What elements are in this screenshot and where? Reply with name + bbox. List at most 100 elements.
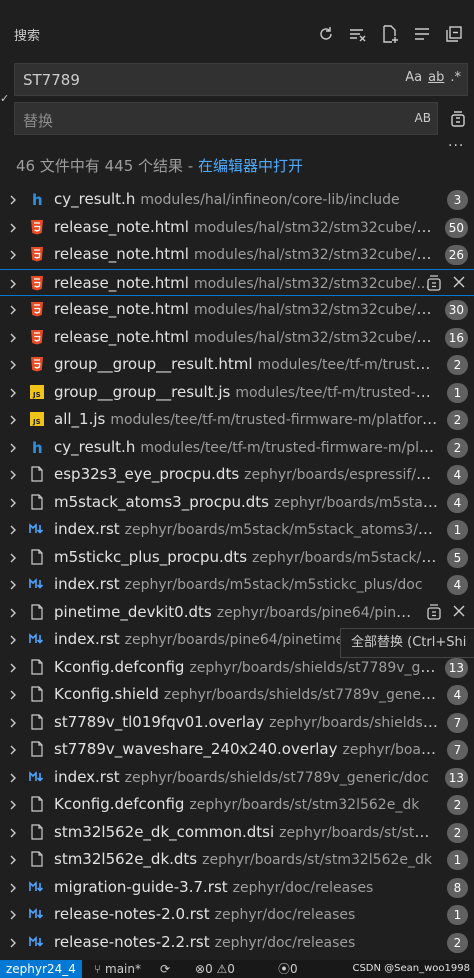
chevron-right-icon[interactable] xyxy=(7,577,19,591)
file-name: migration-guide-3.7.rst xyxy=(54,877,228,896)
chevron-right-icon[interactable] xyxy=(7,412,19,426)
chevron-right-icon[interactable] xyxy=(7,880,19,894)
file-name: cy_result.h xyxy=(54,437,136,456)
dismiss-icon[interactable] xyxy=(452,603,466,625)
javascript-file-icon: JS xyxy=(29,411,45,427)
chevron-right-icon[interactable] xyxy=(7,605,19,619)
dismiss-icon[interactable] xyxy=(452,274,466,296)
chevron-right-icon[interactable] xyxy=(7,495,19,509)
branch-status[interactable]: ⑂ main* xyxy=(94,960,141,978)
result-file-row[interactable]: release_note.html modules/hal/stm32/stm32… xyxy=(0,296,474,324)
file-name: stm32l562e_dk_common.dtsi xyxy=(54,822,275,841)
preserve-case-icon[interactable]: AB xyxy=(415,111,431,125)
chevron-right-icon[interactable] xyxy=(7,357,19,371)
collapse-all-icon[interactable] xyxy=(442,22,466,46)
chevron-right-icon[interactable] xyxy=(7,220,19,234)
file-name: esp32s3_eye_procpu.dts xyxy=(54,465,240,483)
chevron-right-icon[interactable] xyxy=(7,632,19,646)
remote-indicator[interactable]: zephyr24_4 xyxy=(0,960,82,978)
more-options-icon[interactable]: ··· xyxy=(448,138,464,154)
result-file-row[interactable]: release_note.html modules/hal/stm32/stm32… xyxy=(0,241,474,269)
search-input[interactable]: ST7789 Aa ab .* xyxy=(14,63,468,96)
chevron-right-icon[interactable] xyxy=(7,770,19,784)
whole-word-icon[interactable]: ab xyxy=(428,70,444,85)
file-path: modules/tee/tf-m/trusted-fi... xyxy=(257,357,438,373)
chevron-right-icon[interactable] xyxy=(7,467,19,481)
file-name: release_note.html xyxy=(54,217,189,236)
chevron-right-icon[interactable] xyxy=(7,715,19,729)
regex-icon[interactable]: .* xyxy=(450,70,461,85)
result-file-row[interactable]: JS group__group__result.js modules/tee/tf-… xyxy=(0,379,474,407)
file-name: release_note.html xyxy=(54,273,189,292)
replace-file-icon[interactable] xyxy=(426,274,442,296)
match-count-badge: 3 xyxy=(447,190,468,210)
result-file-row[interactable]: index.rst zephyr/boards/m5stack/m5stickc_… xyxy=(0,571,474,599)
replace-file-icon[interactable] xyxy=(426,603,442,625)
chevron-right-icon[interactable] xyxy=(7,302,19,316)
chevron-right-icon[interactable] xyxy=(7,550,19,564)
problems-status[interactable]: ⊗0 ⚠0 xyxy=(195,960,235,978)
result-file-text: index.rst zephyr/boards/m5stack/m5stickc_… xyxy=(54,575,438,593)
generic-file-icon xyxy=(29,658,45,675)
chevron-right-icon[interactable] xyxy=(7,852,19,866)
match-count-badge: 2 xyxy=(447,932,468,953)
chevron-right-icon[interactable] xyxy=(7,247,19,261)
result-file-row[interactable]: release_note.html modules/hal/stm32/stm32… xyxy=(0,324,474,352)
chevron-right-icon[interactable] xyxy=(7,330,19,344)
result-file-row[interactable]: stm32l562e_dk_common.dtsi zephyr/boards/s… xyxy=(0,819,474,847)
chevron-right-icon[interactable] xyxy=(7,935,19,949)
result-file-row[interactable]: group__group__result.html modules/tee/tf-… xyxy=(0,351,474,379)
clear-results-icon[interactable] xyxy=(346,22,370,46)
result-file-row[interactable]: h cy_result.h modules/tee/tf-m/trusted-fir… xyxy=(0,434,474,462)
chevron-right-icon[interactable] xyxy=(7,440,19,454)
result-file-row[interactable]: release-notes-2.2.rst zephyr/doc/releases… xyxy=(0,929,474,957)
result-file-row[interactable]: m5stickc_plus_procpu.dts zephyr/boards/m5… xyxy=(0,544,474,572)
result-file-row[interactable]: st7789v_waveshare_240x240.overlay zephyr/… xyxy=(0,736,474,764)
result-file-row[interactable]: esp32s3_eye_procpu.dts zephyr/boards/espr… xyxy=(0,461,474,489)
result-file-row[interactable]: Kconfig.shield zephyr/boards/shields/st77… xyxy=(0,681,474,709)
result-file-row[interactable]: m5stack_atoms3_procpu.dts zephyr/boards/m… xyxy=(0,489,474,517)
result-file-row[interactable]: pinetime_devkit0.dts zephyr/boards/pine64… xyxy=(0,599,474,627)
chevron-right-icon[interactable] xyxy=(7,276,19,290)
chevron-right-icon[interactable] xyxy=(7,385,19,399)
file-path: zephyr/doc/releases xyxy=(232,879,374,896)
chevron-right-icon[interactable] xyxy=(7,825,19,839)
replace-all-icon[interactable] xyxy=(446,106,470,130)
result-file-row[interactable]: st7789v_tl019fqv01.overlay zephyr/boards/… xyxy=(0,709,474,737)
result-file-row[interactable]: JS all_1.js modules/tee/tf-m/trusted-firmw… xyxy=(0,406,474,434)
result-file-row[interactable]: h cy_result.h modules/hal/infineon/core-li… xyxy=(0,186,474,214)
result-file-row[interactable]: release-notes-2.0.rst zephyr/doc/releases… xyxy=(0,901,474,929)
chevron-right-icon[interactable] xyxy=(7,687,19,701)
generic-file-icon xyxy=(29,823,45,840)
row-actions xyxy=(426,274,466,296)
match-count-badge: 13 xyxy=(444,657,468,678)
result-file-row[interactable]: Kconfig.defconfig zephyr/boards/st/stm32l… xyxy=(0,791,474,819)
result-file-row[interactable]: migration-guide-3.7.rst zephyr/doc/releas… xyxy=(0,874,474,902)
file-name: st7789v_waveshare_240x240.overlay xyxy=(54,740,338,758)
ports-status[interactable]: ⦿0 xyxy=(278,960,298,978)
result-file-row[interactable]: stm32l562e_dk.dts zephyr/boards/st/stm32l… xyxy=(0,846,474,874)
chevron-right-icon[interactable] xyxy=(7,742,19,756)
chevron-right-icon[interactable] xyxy=(7,797,19,811)
file-name: st7789v_tl019fqv01.overlay xyxy=(54,712,265,731)
result-file-row[interactable]: release_note.html modules/hal/stm32/stm32… xyxy=(0,268,474,296)
match-case-icon[interactable]: Aa xyxy=(405,70,422,85)
replace-input[interactable]: 替换 AB xyxy=(14,102,438,135)
open-in-editor-link[interactable]: 在编辑器中打开 xyxy=(198,157,303,175)
result-file-row[interactable]: index.rst zephyr/boards/m5stack/m5stack_a… xyxy=(0,516,474,544)
generic-file-icon xyxy=(29,741,45,757)
toggle-replace-icon[interactable]: ✓ xyxy=(0,92,9,105)
new-search-editor-icon[interactable] xyxy=(378,22,402,46)
result-file-row[interactable]: index.rst zephyr/boards/shields/st7789v_g… xyxy=(0,764,474,792)
chevron-right-icon[interactable] xyxy=(7,192,19,206)
result-file-row[interactable]: release_note.html modules/hal/stm32/stm32… xyxy=(0,214,474,242)
chevron-right-icon[interactable] xyxy=(7,522,19,536)
sync-icon[interactable]: ⟳ xyxy=(160,960,170,978)
refresh-icon[interactable] xyxy=(314,22,338,46)
match-count-badge: 2 xyxy=(447,410,468,430)
file-path: zephyr/boards/m5stack/m5stack_atoms3/doc xyxy=(124,522,438,538)
view-as-tree-icon[interactable] xyxy=(410,22,434,46)
chevron-right-icon[interactable] xyxy=(7,660,19,674)
chevron-right-icon[interactable] xyxy=(7,907,19,921)
c-header-file-icon: h xyxy=(29,439,45,457)
